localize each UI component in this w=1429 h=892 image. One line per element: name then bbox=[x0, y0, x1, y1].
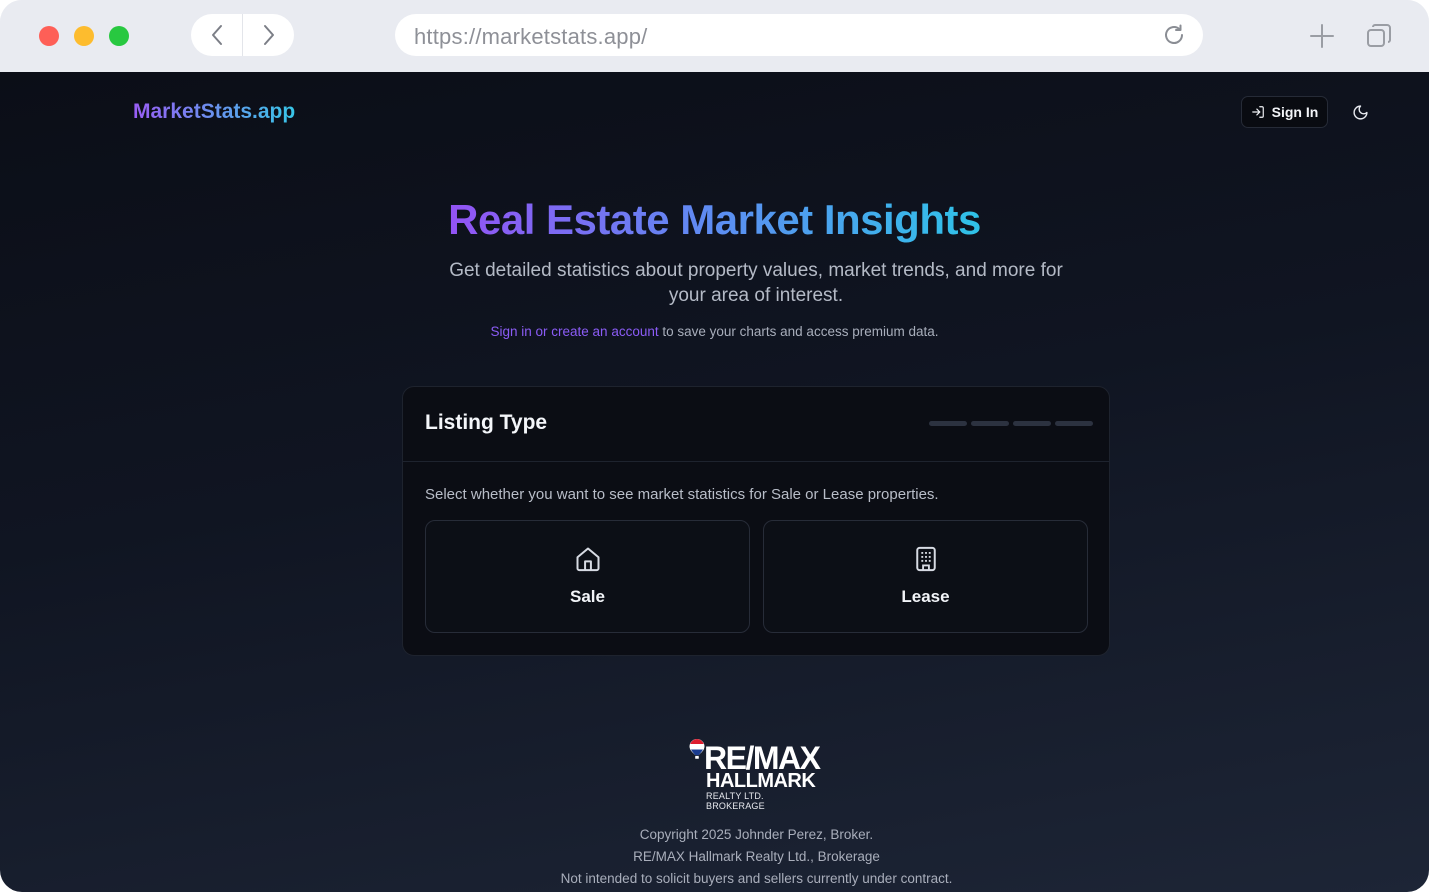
step-indicator bbox=[971, 421, 1009, 426]
lease-option-label: Lease bbox=[901, 587, 950, 606]
card-title: Listing Type bbox=[425, 411, 548, 434]
log-in-icon bbox=[1251, 106, 1264, 118]
card-description: Select whether you want to see market st… bbox=[425, 486, 939, 503]
url-text: https://marketstats.app/ bbox=[414, 24, 648, 49]
browser-toolbar: https://marketstats.app/ bbox=[0, 0, 1429, 72]
step-progress bbox=[929, 421, 1093, 426]
sign-in-label: Sign In bbox=[1271, 104, 1319, 120]
building-icon bbox=[916, 546, 936, 572]
step-indicator bbox=[929, 421, 967, 426]
maximize-window-button[interactable] bbox=[109, 26, 129, 46]
page-title-text: Real Estate Market Insights bbox=[448, 196, 981, 243]
step-indicator bbox=[1013, 421, 1051, 426]
navigation-buttons bbox=[191, 14, 294, 56]
remax-hallmark-logo: RE/MAX HALLMARK REALTY LTD. BROKERAGE bbox=[688, 738, 824, 811]
logo-hallmark-text: HALLMARK bbox=[706, 770, 816, 792]
listing-type-card: Listing Type Select whether you want to … bbox=[402, 386, 1110, 656]
page-content: MarketStats.app Sign In Real Estate Mark… bbox=[0, 72, 1429, 892]
hero-note: Sign in or create an account to save you… bbox=[0, 324, 1429, 339]
step-indicator bbox=[1055, 421, 1093, 426]
footer-brokerage: RE/MAX Hallmark Realty Ltd., Brokerage bbox=[633, 849, 880, 864]
hero-note-text: to save your charts and access premium d… bbox=[658, 324, 939, 339]
chevron-right-icon bbox=[263, 25, 274, 45]
address-bar[interactable]: https://marketstats.app/ bbox=[395, 14, 1203, 56]
plus-icon[interactable] bbox=[1308, 22, 1336, 50]
tab-overview-icon[interactable] bbox=[1365, 22, 1393, 50]
hero-subtitle: Get detailed statistics about property v… bbox=[449, 260, 1063, 306]
back-button[interactable] bbox=[191, 14, 242, 56]
lease-option-button[interactable]: Lease bbox=[763, 520, 1088, 633]
sign-in-link[interactable]: Sign in or create an account bbox=[491, 324, 659, 339]
sign-in-button[interactable]: Sign In bbox=[1241, 96, 1328, 128]
reload-icon[interactable] bbox=[1162, 23, 1186, 47]
browser-window: https://marketstats.app/ MarketStats.app… bbox=[0, 0, 1429, 892]
forward-button[interactable] bbox=[243, 14, 294, 56]
footer-disclaimer: Not intended to solicit buyers and selle… bbox=[560, 871, 953, 886]
footer-copyright: Copyright 2025 Johnder Perez, Broker. bbox=[639, 827, 874, 842]
sale-option-label: Sale bbox=[570, 587, 605, 606]
home-icon bbox=[576, 547, 600, 572]
card-divider bbox=[403, 461, 1109, 462]
page-title: Real Estate Market Insights bbox=[0, 196, 1429, 244]
sale-option-button[interactable]: Sale bbox=[425, 520, 750, 633]
moon-icon[interactable] bbox=[1352, 104, 1369, 121]
logo-brokerage-text: REALTY LTD. BROKERAGE bbox=[706, 791, 765, 811]
brand-logo[interactable]: MarketStats.app bbox=[133, 100, 295, 124]
minimize-window-button[interactable] bbox=[74, 26, 94, 46]
chevron-left-icon bbox=[211, 25, 222, 45]
close-window-button[interactable] bbox=[39, 26, 59, 46]
